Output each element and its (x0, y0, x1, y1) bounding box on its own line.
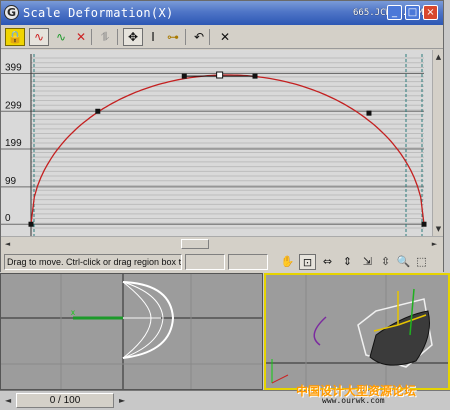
control-point[interactable] (421, 221, 427, 227)
title-bar[interactable]: G Scale Deformation(X) 665.JCWCN.COM _ □… (1, 1, 443, 25)
delete-icon: ✕ (219, 30, 231, 44)
viewport-left[interactable]: x (0, 273, 263, 390)
lathe-wireframe-icon (122, 281, 175, 359)
deformation-toolbar: 🔒 ∿ ∿ ✕ ⥮ ✥ Ⅰ ⊶ ↶ ✕ (1, 25, 443, 49)
zoom-horizontal-extents-button[interactable]: ⇔ (319, 254, 336, 270)
display-y-axis-button[interactable]: ∿ (51, 28, 71, 46)
max-workspace: G Scale Deformation(X) 665.JCWCN.COM _ □… (0, 0, 450, 410)
y-tick-label: 0 (5, 213, 11, 224)
reset-curve-button[interactable]: ↶ (189, 28, 209, 46)
viewport-perspective-scene (266, 275, 448, 388)
vase-object-icon (357, 288, 433, 368)
zoom-v-extents-icon: ⇕ (342, 255, 353, 268)
gizmo-move-icon: x (71, 308, 161, 320)
watermark-url: www.ourwk.com (322, 396, 385, 405)
viewport-perspective[interactable] (264, 273, 450, 390)
horizontal-scroll-thumb[interactable] (181, 239, 209, 249)
control-point[interactable] (366, 110, 372, 116)
status-hint: Drag to move. Ctrl-click or drag region … (4, 254, 182, 270)
pan-button[interactable]: ✋ (279, 254, 296, 270)
y-tick-label: 299 (5, 100, 22, 111)
control-point[interactable] (216, 71, 224, 79)
y-curve-icon: ∿ (55, 30, 67, 44)
toolbar-separator (91, 29, 92, 45)
zoom-vertical-button[interactable]: ⇳ (377, 254, 394, 270)
display-x-axis-button[interactable]: ∿ (29, 28, 49, 46)
lock-icon: 🔒 (7, 30, 23, 44)
y-tick-label: 199 (5, 138, 22, 149)
insert-point-icon: ⊶ (167, 30, 179, 44)
window-title: Scale Deformation(X) (23, 6, 174, 20)
control-point[interactable] (252, 73, 258, 79)
display-xy-axes-button[interactable]: ✕ (71, 28, 91, 46)
svg-text:x: x (71, 308, 75, 317)
point-x-field[interactable] (185, 254, 225, 270)
time-next-arrow-icon[interactable]: ► (119, 396, 125, 405)
point-y-field[interactable] (228, 254, 268, 270)
zoom-v-icon: ⇳ (380, 255, 391, 268)
magnifier-icon: 🔍 (396, 255, 411, 268)
delete-control-point-button[interactable]: ✕ (215, 28, 235, 46)
scale-deformation-window: G Scale Deformation(X) 665.JCWCN.COM _ □… (0, 0, 444, 273)
zoom-region-icon: ⬚ (416, 255, 427, 268)
scroll-right-arrow-icon[interactable]: ► (429, 238, 440, 250)
toolbar-separator (185, 29, 186, 45)
maximize-button[interactable]: □ (405, 5, 420, 20)
control-point[interactable] (181, 73, 187, 79)
deformation-curve[interactable] (30, 74, 425, 225)
status-bar: Drag to move. Ctrl-click or drag region … (1, 251, 443, 273)
time-slider[interactable]: 0 / 100 (16, 393, 114, 408)
zoom-button[interactable]: 🔍 (395, 254, 412, 270)
horizontal-scrollbar[interactable]: ◄ ► (1, 236, 443, 250)
scale-icon: Ⅰ (151, 30, 155, 44)
move-icon: ✥ (127, 30, 139, 44)
curve-graph-canvas[interactable]: 399 299 199 99 0 (1, 50, 432, 236)
zoom-extents-button[interactable]: ⊡ (299, 254, 316, 270)
curve-graph[interactable]: 399 299 199 99 0 (1, 50, 443, 236)
xy-curves-icon: ✕ (75, 30, 87, 44)
zoom-h-extents-icon: ⇔ (322, 255, 333, 268)
vertical-scrollbar[interactable]: ▲ ▼ (432, 50, 443, 236)
toolbar-separator (209, 29, 210, 45)
swap-icon: ⥮ (100, 29, 110, 44)
hand-icon: ✋ (280, 255, 295, 268)
app-logo-icon: G (4, 5, 19, 20)
move-control-point-button[interactable]: ✥ (123, 28, 143, 46)
zoom-region-button[interactable]: ⬚ (413, 254, 430, 270)
reset-icon: ↶ (193, 30, 205, 44)
lock-aspect-button[interactable]: 🔒 (5, 28, 25, 46)
scroll-down-arrow-icon[interactable]: ▼ (433, 223, 444, 235)
viewport-left-scene: x (1, 274, 262, 389)
toolbar-separator (117, 29, 118, 45)
minimize-button[interactable]: _ (387, 5, 402, 20)
zoom-horizontal-button[interactable]: ⇲ (359, 254, 376, 270)
insert-corner-point-button[interactable]: ⊶ (163, 28, 183, 46)
scroll-left-arrow-icon[interactable]: ◄ (2, 238, 13, 250)
zoom-h-icon: ⇲ (362, 255, 373, 268)
y-tick-label: 99 (5, 176, 17, 187)
close-button[interactable]: × (423, 5, 438, 20)
control-point[interactable] (95, 108, 101, 114)
path-curve-icon (313, 316, 327, 346)
control-point[interactable] (28, 221, 34, 227)
time-prev-arrow-icon[interactable]: ◄ (5, 396, 11, 405)
x-curve-icon: ∿ (33, 30, 45, 44)
scale-control-point-button[interactable]: Ⅰ (143, 28, 163, 46)
swap-curves-button[interactable]: ⥮ (95, 28, 115, 46)
zoom-value-extents-button[interactable]: ⇕ (339, 254, 356, 270)
y-tick-label: 399 (5, 62, 22, 73)
scroll-up-arrow-icon[interactable]: ▲ (433, 51, 444, 63)
zoom-extents-icon: ⊡ (302, 256, 313, 269)
